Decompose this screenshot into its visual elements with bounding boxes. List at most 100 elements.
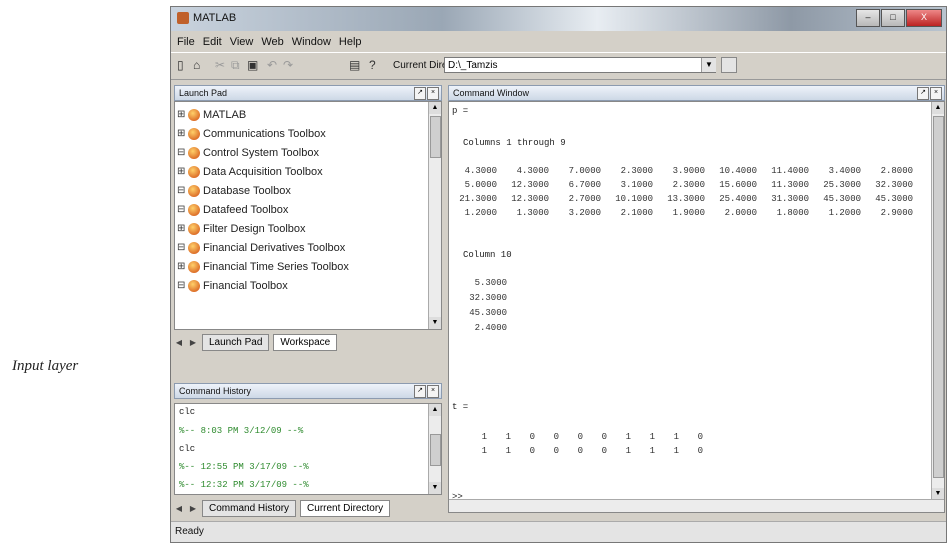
command-window-titlebar: Command Window ↗ × [448,85,945,101]
vector-cell: 0 [577,432,583,442]
menu-web[interactable]: Web [261,32,283,52]
browse-folder-button[interactable] [721,57,737,73]
vector-cell: 0 [529,446,535,456]
undock-icon[interactable]: ↗ [414,87,426,100]
matrix-cell: 25.4000 [719,194,757,204]
toolbar: ▯ ⌂ ✂ ⧉ ▣ ↶ ↷ ▤ ? Current Directory: D:\… [171,52,946,80]
matrix-cell: 2.3000 [620,166,653,176]
scrollbar-thumb[interactable] [430,434,441,466]
help-icon[interactable]: ? [369,58,376,72]
matrix-cell: 1.2000 [464,208,497,218]
scrollbar-thumb[interactable] [933,116,944,478]
command-window[interactable]: p = Columns 1 through 9 4.3000 4.3000 7.00… [448,101,945,513]
undo-icon[interactable]: ↶ [267,58,277,72]
toolbox-icon [188,260,200,273]
close-pane-icon[interactable]: × [427,87,439,100]
menu-bar: File Edit View Web Window Help [171,32,946,52]
tab-launch-pad[interactable]: Launch Pad [202,334,270,351]
window-title: MATLAB [193,12,237,24]
toolbox-icon [188,165,200,178]
matrix-cell: 32.3000 [875,180,913,190]
launch-pad-item[interactable]: ⊟ Control System Toolbox [177,143,319,162]
matrix-cell: 25.3000 [823,180,861,190]
scroll-down-icon[interactable]: ▼ [429,482,441,494]
vector-cell: 1 [649,432,655,442]
scroll-up-icon[interactable]: ▲ [429,102,441,114]
vector-cell: 0 [553,432,559,442]
launch-pad-item[interactable]: ⊟ Database Toolbox [177,181,291,200]
current-directory-field[interactable]: D:\_Tamzis [444,57,716,73]
launch-pad-item[interactable]: ⊞ Data Acquisition Toolbox [177,162,323,181]
menu-file[interactable]: File [177,32,195,52]
history-line[interactable]: %-- 8:03 PM 3/12/09 --% [179,426,303,436]
launch-pad-item[interactable]: ⊞ Filter Design Toolbox [177,219,306,238]
matrix-cell: 3.9000 [672,166,705,176]
command-window-scrollbar[interactable]: ▲ ▼ [931,102,944,500]
matrix-cell: 10.1000 [615,194,653,204]
tab-scroll-right-icon[interactable]: ▶ [188,502,198,516]
toolbox-icon [188,184,200,197]
launch-pad-item[interactable]: ⊞ Communications Toolbox [177,124,326,143]
menu-window[interactable]: Window [292,32,331,52]
vector-cell: 1 [505,432,511,442]
close-button[interactable]: X [906,9,942,27]
maximize-button[interactable]: □ [881,9,905,27]
paste-icon[interactable]: ▣ [247,58,258,72]
menu-edit[interactable]: Edit [203,32,222,52]
tab-current-directory[interactable]: Current Directory [300,500,391,517]
scroll-down-icon[interactable]: ▼ [429,317,441,329]
tab-scroll-left-icon[interactable]: ◀ [174,502,184,516]
figure-caption: Input layer [12,358,79,374]
matrix-cell: 2.9000 [880,208,913,218]
close-pane-icon[interactable]: × [427,385,439,398]
launch-pad-scrollbar[interactable]: ▲ ▼ [428,102,441,329]
history-line[interactable]: %-- 12:32 PM 3/17/09 --% [179,480,309,490]
cut-icon[interactable]: ✂ [215,58,225,72]
matrix-cell: 2.3000 [672,180,705,190]
scroll-up-icon[interactable]: ▲ [429,404,441,416]
history-line[interactable]: clc [179,407,195,417]
launch-pad-tabs: ◀ ▶ Launch Pad Workspace [174,332,338,353]
undock-icon[interactable]: ↗ [917,87,929,100]
history-line[interactable]: clc [179,444,195,454]
matlab-window: MATLAB – □ X File Edit View Web Window H… [170,6,947,543]
history-line[interactable]: %-- 12:55 PM 3/17/09 --% [179,462,309,472]
launch-pad-item[interactable]: ⊟ Financial Derivatives Toolbox [177,238,345,257]
toolbox-icon [188,203,200,216]
scroll-up-icon[interactable]: ▲ [932,102,944,114]
tab-command-history[interactable]: Command History [202,500,297,517]
toolbox-icon [188,222,200,235]
matrix-cell: 3.4000 [828,166,861,176]
undock-icon[interactable]: ↗ [414,385,426,398]
menu-help[interactable]: Help [339,32,362,52]
tab-scroll-right-icon[interactable]: ▶ [188,336,198,350]
vector-cell: 0 [697,446,703,456]
launch-pad-tree: ⊞ MATLAB ⊞ Communications Toolbox ⊟ Control… [174,101,442,330]
command-history-list: clc %-- 8:03 PM 3/12/09 --% clc %-- 12:5… [174,403,442,495]
tab-workspace[interactable]: Workspace [273,334,338,351]
redo-icon[interactable]: ↷ [283,58,293,72]
toolbox-icon [188,146,200,159]
launch-pad-title: Launch Pad [179,88,228,98]
open-file-icon[interactable]: ⌂ [193,58,200,72]
simulink-icon[interactable]: ▤ [349,58,360,72]
launch-pad-item[interactable]: ⊞ Financial Time Series Toolbox [177,257,349,276]
command-history-title: Command History [179,386,252,396]
vector-cell: 1 [481,446,487,456]
vector-cell: 0 [601,432,607,442]
scrollbar-thumb[interactable] [430,116,441,158]
launch-pad-item[interactable]: ⊟ Financial Toolbox [177,276,288,295]
close-pane-icon[interactable]: × [930,87,942,100]
menu-view[interactable]: View [230,32,254,52]
command-history-scrollbar[interactable]: ▲ ▼ [428,404,441,494]
matrix-cell: 2.0000 [724,208,757,218]
new-file-icon[interactable]: ▯ [177,58,184,72]
tab-scroll-left-icon[interactable]: ◀ [174,336,184,350]
matrix-cell: 2.8000 [880,166,913,176]
copy-icon[interactable]: ⧉ [231,58,240,73]
minimize-button[interactable]: – [856,9,880,27]
launch-pad-item[interactable]: ⊞ MATLAB [177,105,246,124]
chevron-down-icon[interactable]: ▼ [701,58,716,72]
command-window-hscrollbar[interactable] [449,499,944,512]
launch-pad-item[interactable]: ⊟ Datafeed Toolbox [177,200,288,219]
